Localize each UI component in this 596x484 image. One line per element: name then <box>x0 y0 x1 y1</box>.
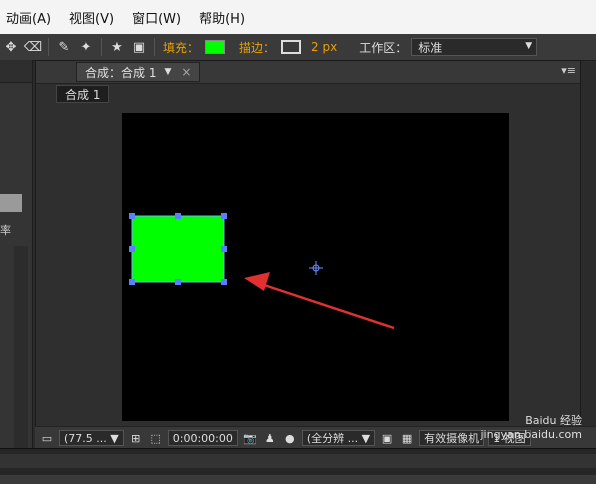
resolution-value: (全分辨 ... <box>306 432 359 445</box>
panel-menu-icon[interactable]: ▾≡ <box>561 64 576 77</box>
resolution-select[interactable]: (全分辨 ... ▼ <box>301 430 376 446</box>
rectangle-mask-icon[interactable]: ▣ <box>128 37 150 57</box>
toolbar-divider <box>48 38 49 56</box>
always-preview-icon[interactable]: ▭ <box>39 430 55 446</box>
composition-panel: 合成：合成 1 ▼ × ▾≡ 合成 1 <box>35 60 581 448</box>
fill-color-swatch[interactable] <box>205 40 226 54</box>
toolbar-divider <box>154 38 155 56</box>
close-icon[interactable]: × <box>181 65 191 79</box>
menu-bar: 动画(A) 视图(V) 窗口(W) 帮助(H) <box>0 0 596 34</box>
fill-label[interactable]: 填充： <box>163 39 199 56</box>
roto-brush-tool-icon[interactable]: ✎ <box>53 37 75 57</box>
color-channels-icon[interactable]: ● <box>282 430 298 446</box>
menu-help[interactable]: 帮助(H) <box>199 8 245 27</box>
stroke-label[interactable]: 描边： <box>239 39 275 56</box>
stroke-color-swatch[interactable] <box>281 40 302 54</box>
menu-view[interactable]: 视图(V) <box>69 8 114 27</box>
anchor-point-icon[interactable] <box>309 261 323 275</box>
workspace-label: 工作区： <box>359 40 408 55</box>
camera-view-select[interactable]: 有效摄像机 <box>419 430 485 446</box>
project-panel: 率 <box>0 60 33 482</box>
chevron-down-icon[interactable]: ▼ <box>164 67 171 77</box>
viewer-canvas <box>129 213 395 330</box>
composition-breadcrumb[interactable]: 合成 1 <box>56 85 110 103</box>
current-time-field[interactable]: 0:00:00:00 <box>167 430 238 446</box>
menu-window[interactable]: 窗口(W) <box>132 8 181 27</box>
composition-viewer[interactable] <box>122 113 509 421</box>
composition-tab-bar: 合成：合成 1 ▼ × ▾≡ <box>36 61 580 84</box>
workspace-value: 标准 <box>418 40 443 55</box>
chevron-down-icon: ▼ <box>525 41 533 51</box>
timeline-header-strip <box>0 454 596 468</box>
show-snapshot-icon[interactable]: ♟ <box>262 430 278 446</box>
green-rectangle-layer[interactable] <box>131 215 225 283</box>
mask-visibility-icon[interactable]: ⬚ <box>148 430 164 446</box>
pan-behind-tool-icon[interactable]: ✥ <box>0 37 22 57</box>
star-icon[interactable]: ★ <box>106 37 128 57</box>
baidu-watermark: Baidu 经验 jingyan.baidu.com <box>480 412 582 441</box>
stroke-width-field[interactable]: 2 px <box>311 40 337 54</box>
magnification-value: (77.5 ... <box>64 431 107 445</box>
workspace-select[interactable]: 标准 ▼ <box>411 38 538 56</box>
tools-toolbar: ✥ ⌫ ✎ ✦ ★ ▣ 填充： 描边： 2 px 工作区： 标准 ▼ <box>0 34 596 61</box>
snapshot-camera-icon[interactable]: 📷 <box>242 430 258 446</box>
red-arrow-annotation <box>244 272 395 330</box>
timeline-panel-edge <box>0 448 596 484</box>
eraser-tool-icon[interactable]: ⌫ <box>22 37 44 57</box>
puppet-pin-tool-icon[interactable]: ✦ <box>75 37 97 57</box>
project-panel-header <box>0 60 32 83</box>
menu-animation[interactable]: 动画(A) <box>6 8 51 27</box>
watermark-url: jingyan.baidu.com <box>480 428 582 441</box>
region-of-interest-icon[interactable]: ▣ <box>379 430 395 446</box>
column-header: 率 <box>0 224 11 237</box>
toolbar-divider <box>101 38 102 56</box>
composition-tab[interactable]: 合成：合成 1 ▼ × <box>76 62 201 82</box>
magnification-select[interactable]: (77.5 ... ▼ <box>59 430 124 446</box>
safe-margins-icon[interactable]: ⊞ <box>128 430 144 446</box>
project-scrollbar[interactable] <box>14 246 28 482</box>
watermark-brand: Baidu 经验 <box>525 414 582 427</box>
transparency-grid-icon[interactable]: ▦ <box>399 430 415 446</box>
project-search-field[interactable] <box>0 194 22 212</box>
composition-tab-label: 合成：合成 1 <box>85 65 157 80</box>
